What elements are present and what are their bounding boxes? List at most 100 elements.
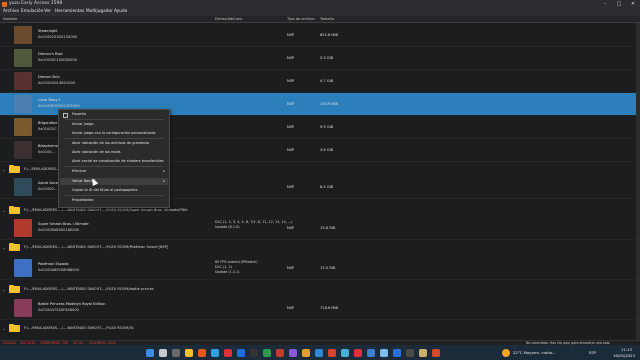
folder-row[interactable]: ⌄ F:/.../EMULADORES-.../...-NINTENDO SWI… — [0, 243, 640, 252]
menu-copy-title-id[interactable]: Copiar la ID del título al portapapeles — [72, 188, 137, 192]
game-row[interactable]: Pokémon Espada 0x0100ABF008968000 60 FPS… — [0, 257, 640, 280]
column-type[interactable]: Tipo de archivo — [287, 16, 315, 22]
app-icon[interactable] — [289, 348, 297, 357]
menu-multijugador[interactable]: Multijugador — [86, 8, 113, 16]
column-name[interactable]: Nombre — [3, 16, 17, 22]
file-size: 852.8 MiB — [320, 33, 338, 37]
chevron-down-icon[interactable]: ⌄ — [2, 206, 5, 215]
minimize-button[interactable]: – — [598, 0, 612, 8]
game-row[interactable]: Demon's Rise 0x01006C100E80000 NSP 3.3 G… — [0, 47, 640, 70]
menu-herramientas[interactable]: Herramientas — [55, 8, 84, 16]
maximize-button[interactable]: □ — [612, 0, 626, 8]
menu-open-mods-location[interactable]: Abrir ubicación de los mods — [72, 150, 121, 154]
app-icon[interactable] — [354, 348, 362, 357]
app-icon[interactable] — [224, 348, 232, 357]
menu-favorite[interactable]: Favorito — [72, 112, 86, 116]
game-title: Demon's Rise — [38, 52, 63, 56]
menu-start-game[interactable]: Iniciar juego — [72, 122, 94, 126]
submenu-arrow-icon: ▸ — [163, 169, 165, 173]
weather-icon[interactable] — [502, 348, 510, 357]
column-addons[interactable]: Extras/Add-ons — [215, 16, 242, 22]
file-type: NSP — [287, 148, 295, 152]
yuzu-taskbar-icon[interactable] — [380, 348, 388, 357]
game-row[interactable]: Super Smash Bros. Ultimate 0x01006A80001… — [0, 217, 640, 240]
app-icon[interactable] — [406, 348, 414, 357]
menu-separator — [65, 195, 163, 196]
checkbox-icon[interactable] — [63, 113, 68, 118]
edge-icon[interactable] — [211, 348, 219, 357]
clock-date[interactable]: 16/05/2023 — [613, 352, 635, 359]
folder-icon — [9, 206, 20, 214]
menu-remove[interactable]: Eliminar — [72, 169, 86, 173]
game-row[interactable]: Battle Princess Madelyn Royal Edition 0x… — [0, 297, 640, 320]
file-type: NSP — [287, 306, 295, 310]
menu-ver[interactable]: Ver — [44, 8, 51, 16]
file-type: NSP — [287, 125, 295, 129]
column-header: Nombre Extras/Add-ons Tipo de archivo Ta… — [0, 16, 640, 23]
app-icon[interactable] — [419, 348, 427, 357]
title-id: 0x0100B7D0022EE000 — [38, 104, 80, 108]
chevron-down-icon[interactable]: ⌄ — [2, 243, 5, 252]
menu-bar: Archivo Emulación Ver Herramientas Multi… — [0, 8, 640, 16]
file-type: NSP — [287, 102, 295, 106]
menu-archivo[interactable]: Archivo — [3, 8, 19, 16]
folder-row[interactable]: ⌄ F:/.../EMULADORES-.../...-NINTENDO SWI… — [0, 285, 640, 294]
file-type: NSP — [287, 56, 295, 60]
chevron-down-icon[interactable]: ⌄ — [2, 324, 5, 333]
weather-text[interactable]: 22°C Mayorm. nubla... — [513, 345, 556, 360]
file-size: 3.6 GiB — [320, 148, 334, 152]
yuzu-app-icon — [2, 1, 7, 7]
app-icon[interactable] — [276, 348, 284, 357]
app-icon[interactable] — [250, 348, 258, 357]
window-title: yuzu Early Access 3598 — [9, 1, 63, 6]
search-icon[interactable] — [159, 348, 167, 357]
game-title: Demon Skin — [38, 75, 60, 79]
file-explorer-icon[interactable] — [185, 348, 193, 357]
task-view-icon[interactable] — [172, 348, 180, 357]
menu-open-shader-cache[interactable]: Abrir caché de canalización de shaders t… — [72, 159, 164, 163]
chevron-down-icon[interactable]: ⌄ — [2, 165, 5, 174]
language-indicator[interactable]: ESP — [589, 345, 596, 360]
game-row[interactable]: Demon Skin 0x01000D14B01000 NSP 4.7 GiB — [0, 70, 640, 93]
game-title: Super Smash Bros. Ultimate — [38, 222, 89, 226]
game-cover-icon — [14, 95, 32, 113]
title-id: 0x0100A7500F648000 — [38, 308, 79, 312]
title-id: 0x01006A800016E000 — [38, 228, 80, 232]
start-icon[interactable] — [146, 348, 154, 357]
menu-separator — [65, 138, 163, 139]
firefox-icon[interactable] — [198, 348, 206, 357]
title-bar: yuzu Early Access 3598 – □ ✕ — [0, 0, 640, 8]
menu-start-custom-config[interactable]: Iniciar juego con la configuración perso… — [72, 131, 156, 135]
game-cover-icon — [14, 299, 32, 317]
file-type: NSP — [287, 266, 295, 270]
app-icon[interactable] — [393, 348, 401, 357]
file-size: 13.5 GiB — [320, 266, 336, 270]
app-icon[interactable] — [328, 348, 336, 357]
app-icon[interactable] — [432, 348, 440, 357]
file-type: NSP — [287, 79, 295, 83]
menu-ayuda[interactable]: Ayuda — [114, 8, 127, 16]
file-size: 3.3 GiB — [320, 56, 334, 60]
game-cover-icon — [14, 49, 32, 67]
game-row[interactable]: Steamlight 0x0100201D0150000 NSP 852.8 M… — [0, 24, 640, 47]
app-icon[interactable] — [263, 348, 271, 357]
close-button[interactable]: ✕ — [626, 0, 640, 8]
scrollbar[interactable] — [636, 23, 640, 340]
file-size: 4.7 GiB — [320, 79, 334, 83]
folder-path: F:/.../EMULADORES-.../...-NINTENDO SWICH… — [24, 245, 169, 249]
folder-row[interactable]: ⌄ F:/.../EMULADORES-.../...-NINTENDO SWI… — [0, 324, 640, 333]
column-size[interactable]: Tamaño — [320, 16, 334, 22]
menu-properties[interactable]: Propiedades — [72, 198, 93, 202]
game-cover-icon — [14, 72, 32, 90]
game-title: Brigandine — [38, 121, 58, 125]
app-icon[interactable] — [302, 348, 310, 357]
app-icon[interactable] — [237, 348, 245, 357]
folder-icon — [9, 285, 20, 293]
app-icon[interactable] — [315, 348, 323, 357]
menu-separator — [65, 119, 163, 120]
app-icon[interactable] — [367, 348, 375, 357]
menu-emulacion[interactable]: Emulación — [21, 8, 43, 16]
chevron-down-icon[interactable]: ⌄ — [2, 285, 5, 294]
app-icon[interactable] — [341, 348, 349, 357]
menu-open-save-location[interactable]: Abrir ubicación de los archivos de guard… — [72, 141, 149, 145]
